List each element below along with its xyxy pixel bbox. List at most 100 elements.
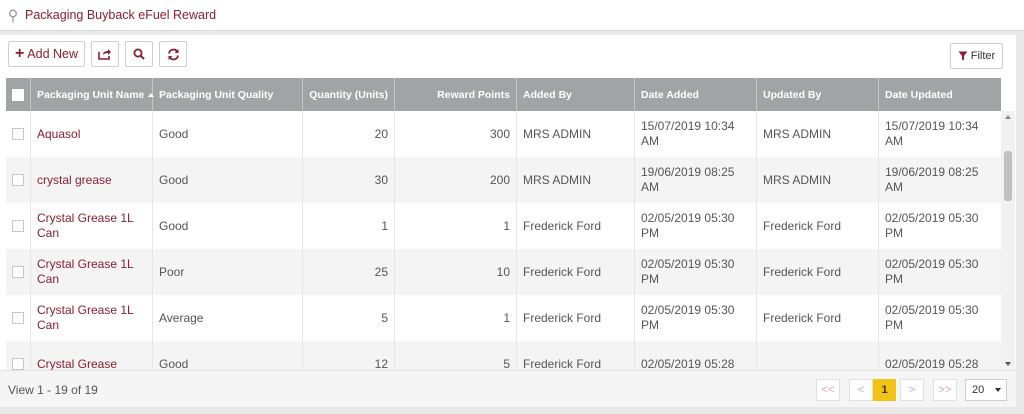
search-icon [133,48,145,60]
row-checkbox[interactable] [12,358,24,370]
cell-updated-by: Frederick Ford [757,203,879,249]
cell-updated-by: Frederick Ford [757,249,879,295]
cell-date-added: 15/07/2019 10:34 AM [635,111,757,157]
select-all-checkbox[interactable] [12,88,24,101]
scroll-down-icon[interactable] [1005,362,1011,366]
cell-date-updated: 02/05/2019 05:28 [885,356,979,371]
export-button[interactable] [91,41,119,67]
cell-date-added: 02/05/2019 05:30 PM [635,295,757,341]
cell-added-by: Frederick Ford [517,203,635,249]
page-size-value: 20 [972,384,985,396]
add-new-label: Add New [27,47,79,61]
add-new-button[interactable]: + Add New [8,41,85,67]
column-header-updated-by[interactable]: Updated By [757,78,879,111]
table-row[interactable]: Crystal Grease Good 12 5 Frederick Ford … [6,341,1001,370]
cell-name[interactable]: Crystal Grease [31,341,153,370]
filter-button[interactable]: Filter [950,43,1003,69]
cell-date-added: 02/05/2019 05:28 [635,341,757,370]
search-button[interactable] [125,41,153,67]
grid-footer: View 1 - 19 of 19 << < 1 > >> 20 [0,370,1016,407]
cell-quality: Good [153,203,303,249]
table-row[interactable]: Crystal Grease 1L Can Good 1 1 Frederick… [6,203,1001,249]
cell-quantity: 25 [303,249,395,295]
cell-added-by: MRS ADMIN [517,157,635,203]
cell-added-by: Frederick Ford [517,249,635,295]
cell-name[interactable]: Aquasol [31,111,153,157]
cell-date-added: 02/05/2019 05:30 PM [635,203,757,249]
cell-name[interactable]: crystal grease [31,157,153,203]
table-row[interactable]: Aquasol Good 20 300 MRS ADMIN 15/07/2019… [6,111,1001,157]
scrollbar-thumb[interactable] [1004,151,1012,201]
cell-reward-points: 1 [395,203,517,249]
cell-date-added: 19/06/2019 08:25 AM [635,157,757,203]
cell-quality: Good [153,111,303,157]
current-page-button[interactable]: 1 [873,379,896,401]
refresh-button[interactable] [159,41,187,67]
column-header-reward-points[interactable]: Reward Points [395,78,517,111]
table-row[interactable]: Crystal Grease 1L Can Average 5 1 Freder… [6,295,1001,341]
cell-added-by: Frederick Ford [517,341,635,370]
cell-date-updated: 15/07/2019 10:34 AM [885,119,979,148]
column-header-name[interactable]: Packaging Unit Name [31,78,155,111]
filter-icon [958,51,968,61]
cell-reward-points: 200 [395,157,517,203]
page-header: Packaging Buyback eFuel Reward [0,0,1024,31]
page-size-select[interactable]: 20 [965,379,1007,401]
cell-reward-points: 1 [395,295,517,341]
page-title: Packaging Buyback eFuel Reward [25,8,217,22]
cell-name[interactable]: Crystal Grease 1L Can [31,249,153,295]
cell-date-added: 02/05/2019 05:30 PM [635,249,757,295]
cell-date-updated: 02/05/2019 05:30 PM [885,211,979,240]
column-header-added-by[interactable]: Added By [517,78,635,111]
cell-quality: Average [153,295,303,341]
map-pin-icon [9,9,17,23]
cell-date-updated: 02/05/2019 05:30 PM [885,303,979,332]
cell-reward-points: 10 [395,249,517,295]
row-checkbox[interactable] [12,174,24,186]
row-checkbox[interactable] [12,266,24,278]
cell-reward-points: 300 [395,111,517,157]
column-header-quantity[interactable]: Quantity (Units) [303,78,395,111]
scroll-up-icon[interactable] [1005,115,1011,119]
cell-quantity: 5 [303,295,395,341]
cell-updated-by: MRS ADMIN [757,157,879,203]
data-grid: Packaging Unit Name Packaging Unit Quali… [6,78,1016,370]
plus-icon: + [14,45,25,62]
prev-page-button[interactable]: < [849,379,873,401]
cell-updated-by: Frederick Ford [757,295,879,341]
column-header-quality[interactable]: Packaging Unit Quality [153,78,303,111]
cell-quantity: 20 [303,111,395,157]
cell-quantity: 12 [303,341,395,370]
cell-date-updated: 19/06/2019 08:25 AM [885,165,979,194]
filter-label: Filter [970,50,996,62]
column-header-date-added[interactable]: Date Added [635,78,757,111]
table-header: Packaging Unit Name Packaging Unit Quali… [6,78,1001,111]
last-page-button[interactable]: >> [933,379,957,401]
refresh-icon [167,48,179,60]
cell-name[interactable]: Crystal Grease 1L Can [31,203,153,249]
cell-updated-by: MRS ADMIN [757,111,879,157]
cell-name[interactable]: Crystal Grease 1L Can [31,295,153,341]
chevron-down-icon [995,388,1001,392]
cell-added-by: MRS ADMIN [517,111,635,157]
export-icon [98,49,111,60]
table-row[interactable]: Crystal Grease 1L Can Poor 25 10 Frederi… [6,249,1001,295]
grid-panel: + Add New Filter Packaging Unit Name Pac… [0,35,1016,407]
vertical-scrollbar[interactable] [1001,111,1015,370]
cell-quality: Good [153,341,303,370]
cell-quality: Good [153,157,303,203]
select-all-cell [6,78,31,111]
row-checkbox[interactable] [12,220,24,232]
first-page-button[interactable]: << [816,379,840,401]
column-header-date-updated[interactable]: Date Updated [879,78,1001,111]
cell-updated-by [757,341,879,370]
table-row[interactable]: crystal grease Good 30 200 MRS ADMIN 19/… [6,157,1001,203]
record-count: View 1 - 19 of 19 [8,383,98,397]
next-page-button[interactable]: > [900,379,924,401]
cell-quantity: 1 [303,203,395,249]
row-checkbox[interactable] [12,312,24,324]
cell-date-updated: 02/05/2019 05:30 PM [885,257,979,286]
row-checkbox[interactable] [12,128,24,140]
cell-reward-points: 5 [395,341,517,370]
cell-added-by: Frederick Ford [517,295,635,341]
